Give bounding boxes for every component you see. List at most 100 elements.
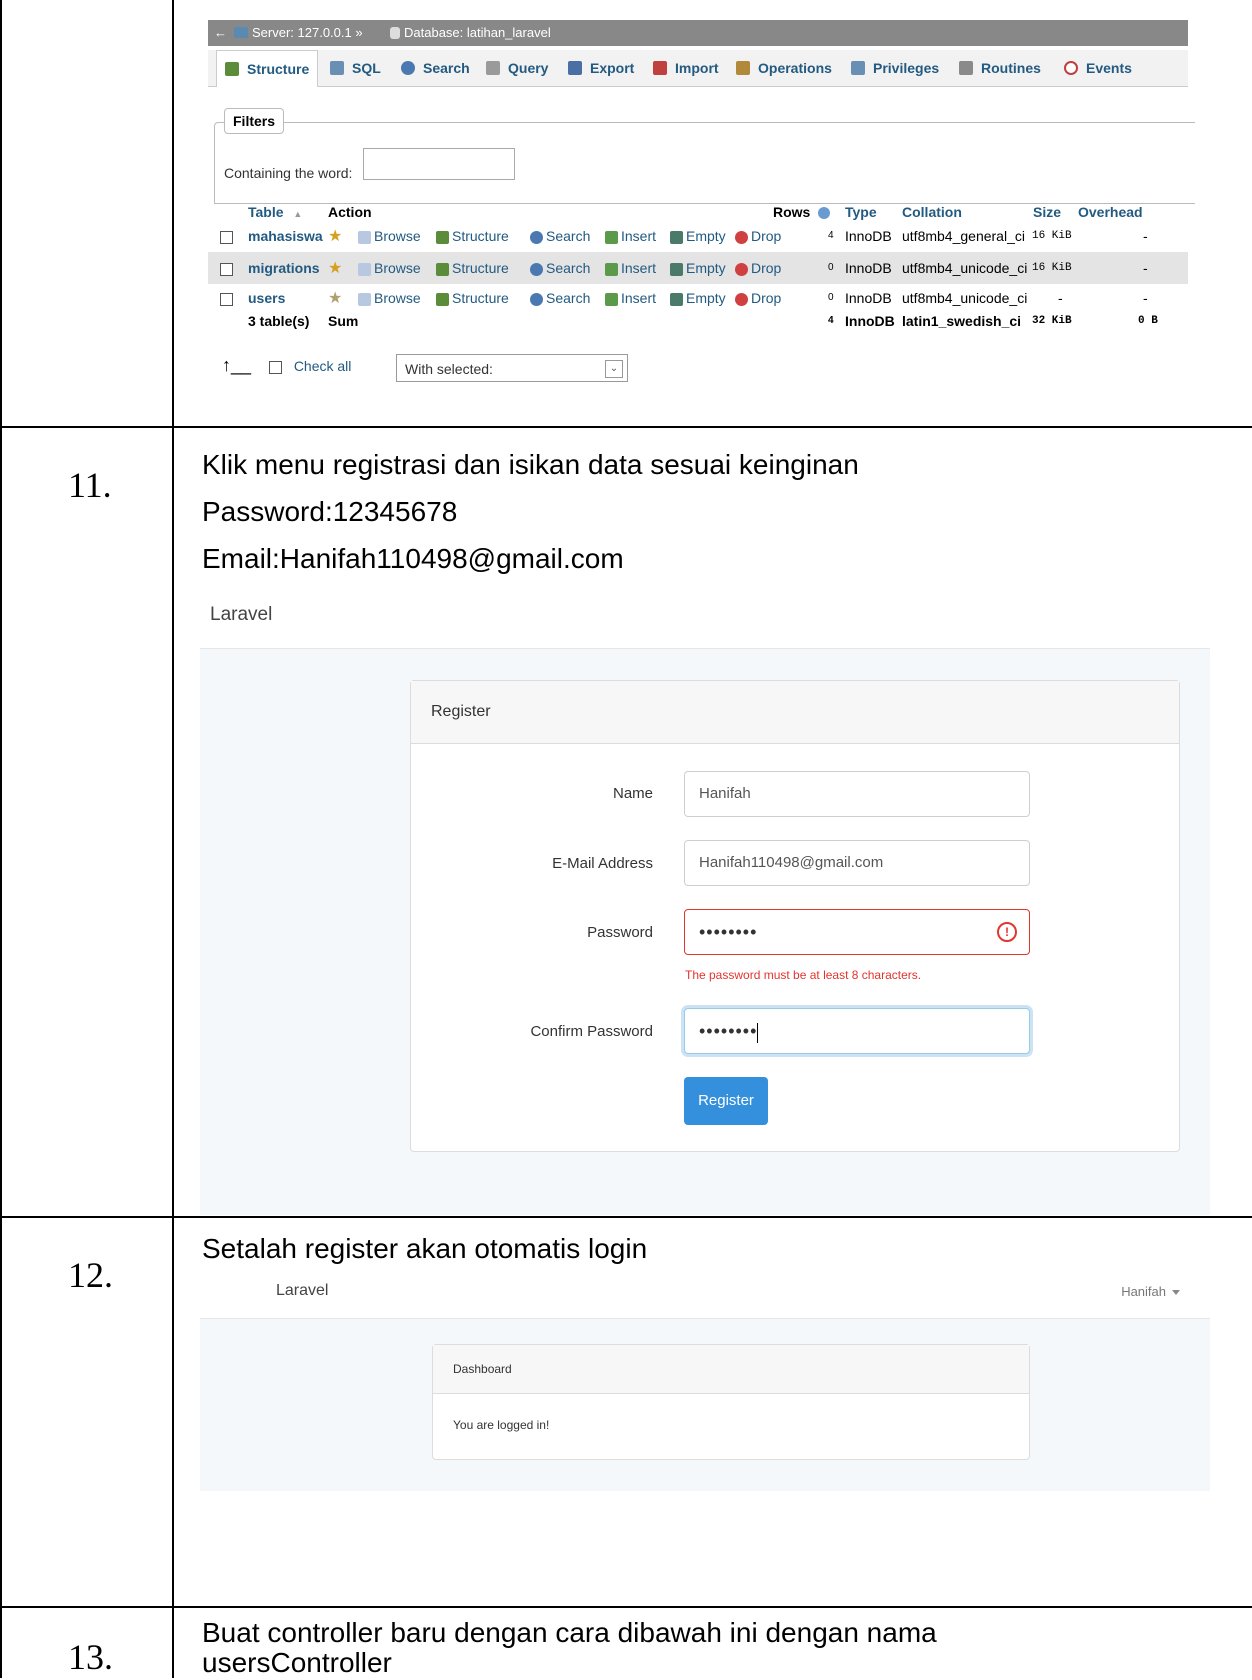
confirm-password-field[interactable]: •••••••• (684, 1008, 1030, 1054)
breadcrumb-server[interactable]: Server: 127.0.0.1 » (252, 20, 363, 46)
card-header: Dashboard (433, 1345, 1029, 1394)
help-icon[interactable] (818, 207, 831, 220)
step-number: 13. (68, 1637, 113, 1677)
table-count: 3 table(s) (248, 313, 310, 329)
action-search[interactable]: Search (530, 286, 590, 310)
action-browse[interactable]: Browse (358, 286, 421, 310)
tab-search[interactable]: Search (393, 50, 470, 86)
action-browse[interactable]: Browse (358, 252, 421, 284)
breadcrumb: ← Server: 127.0.0.1 » Database: latihan_… (208, 20, 1188, 46)
action-structure[interactable]: Structure (436, 286, 509, 310)
drop-icon (735, 262, 748, 276)
structure-icon (436, 262, 449, 276)
tab-routines[interactable]: Routines (951, 50, 1041, 86)
search-icon (530, 230, 543, 244)
table-row: migrations ★ Browse Structure Search Ins… (208, 252, 1188, 284)
navbar-brand[interactable]: Laravel (276, 1282, 328, 1300)
email-field[interactable]: Hanifah110498@gmail.com (684, 840, 1030, 886)
chevron-down-icon: ⌄ (605, 360, 623, 378)
empty-icon (670, 230, 683, 244)
size: 16 KiB (1032, 230, 1072, 242)
rows-count: 0 (828, 262, 834, 273)
row-checkbox[interactable] (220, 292, 233, 306)
drop-icon (735, 230, 748, 244)
table-name[interactable]: migrations (248, 252, 320, 284)
action-structure[interactable]: Structure (436, 220, 509, 252)
tab-import[interactable]: Import (645, 50, 719, 86)
star-icon[interactable]: ★ (328, 290, 342, 307)
search-icon (530, 292, 543, 306)
action-empty[interactable]: Empty (670, 220, 726, 252)
card-title: Dashboard (453, 1362, 512, 1376)
password-field[interactable]: •••••••• ! (684, 909, 1030, 955)
sum-rows: 4 (828, 315, 834, 326)
overhead: - (1143, 260, 1148, 276)
tab-operations[interactable]: Operations (728, 50, 832, 86)
star-icon[interactable]: ★ (328, 228, 342, 245)
tab-privileges[interactable]: Privileges (843, 50, 939, 86)
action-drop[interactable]: Drop (735, 220, 781, 252)
tab-export[interactable]: Export (560, 50, 634, 86)
wrench-icon (736, 61, 750, 76)
check-all-checkbox[interactable] (268, 360, 282, 374)
privileges-icon (851, 61, 865, 76)
sum-collation: latin1_swedish_ci (902, 313, 1022, 329)
action-search[interactable]: Search (530, 252, 590, 284)
table-left-border (0, 0, 2, 1678)
instruction-line: Buat controller baru dengan cara dibawah… (202, 1617, 937, 1648)
table-name[interactable]: mahasiswa (248, 220, 323, 252)
size: - (1058, 290, 1063, 306)
server-icon (234, 27, 248, 38)
tab-sql[interactable]: SQL (322, 50, 381, 86)
sort-asc-icon: ▲ (293, 209, 303, 219)
row-checkbox[interactable] (220, 230, 233, 244)
filters-legend: Filters (224, 108, 285, 134)
star-icon[interactable]: ★ (328, 260, 342, 277)
tab-events[interactable]: Events (1056, 50, 1132, 86)
name-field[interactable]: Hanifah (684, 771, 1030, 817)
check-all-label[interactable]: Check all (294, 358, 352, 374)
table-column-divider (172, 0, 174, 1678)
sum-engine: InnoDB (845, 313, 895, 329)
caret-down-icon (1172, 1290, 1180, 1296)
export-icon (568, 61, 582, 76)
table-name[interactable]: users (248, 286, 285, 310)
import-icon (653, 61, 667, 76)
containing-word-label: Containing the word: (224, 165, 353, 181)
action-browse[interactable]: Browse (358, 220, 421, 252)
step-number: 12. (68, 1255, 113, 1295)
back-arrow-icon[interactable]: ← (214, 20, 227, 46)
row-checkbox[interactable] (220, 262, 233, 276)
action-drop[interactable]: Drop (735, 286, 781, 310)
empty-icon (670, 292, 683, 306)
action-insert[interactable]: Insert (605, 220, 656, 252)
tab-structure[interactable]: Structure (216, 50, 318, 87)
search-icon (401, 61, 415, 76)
action-search[interactable]: Search (530, 220, 590, 252)
size: 16 KiB (1032, 262, 1072, 274)
sql-icon (330, 61, 344, 76)
rows-count: 4 (828, 230, 834, 241)
action-empty[interactable]: Empty (670, 286, 726, 310)
action-empty[interactable]: Empty (670, 252, 726, 284)
instruction-line: usersController (202, 1647, 392, 1678)
action-insert[interactable]: Insert (605, 252, 656, 284)
logged-in-message: You are logged in! (453, 1418, 550, 1432)
filter-input[interactable] (363, 148, 515, 180)
insert-icon (605, 230, 618, 244)
action-drop[interactable]: Drop (735, 252, 781, 284)
rows-count: 0 (828, 292, 834, 303)
with-selected-select[interactable]: With selected: ⌄ (396, 354, 628, 382)
browse-icon (358, 262, 371, 276)
email-label: E-Mail Address (552, 855, 653, 872)
register-button[interactable]: Register (684, 1077, 768, 1125)
action-structure[interactable]: Structure (436, 252, 509, 284)
collation: utf8mb4_general_ci (902, 228, 1025, 244)
tab-query[interactable]: Query (478, 50, 548, 86)
action-insert[interactable]: Insert (605, 286, 656, 310)
breadcrumb-database[interactable]: Database: latihan_laravel (404, 20, 551, 46)
navbar-brand[interactable]: Laravel (210, 604, 272, 626)
user-menu[interactable]: Hanifah (1121, 1284, 1180, 1299)
password-error: The password must be at least 8 characte… (685, 968, 922, 982)
sum-size: 32 KiB (1032, 315, 1072, 327)
